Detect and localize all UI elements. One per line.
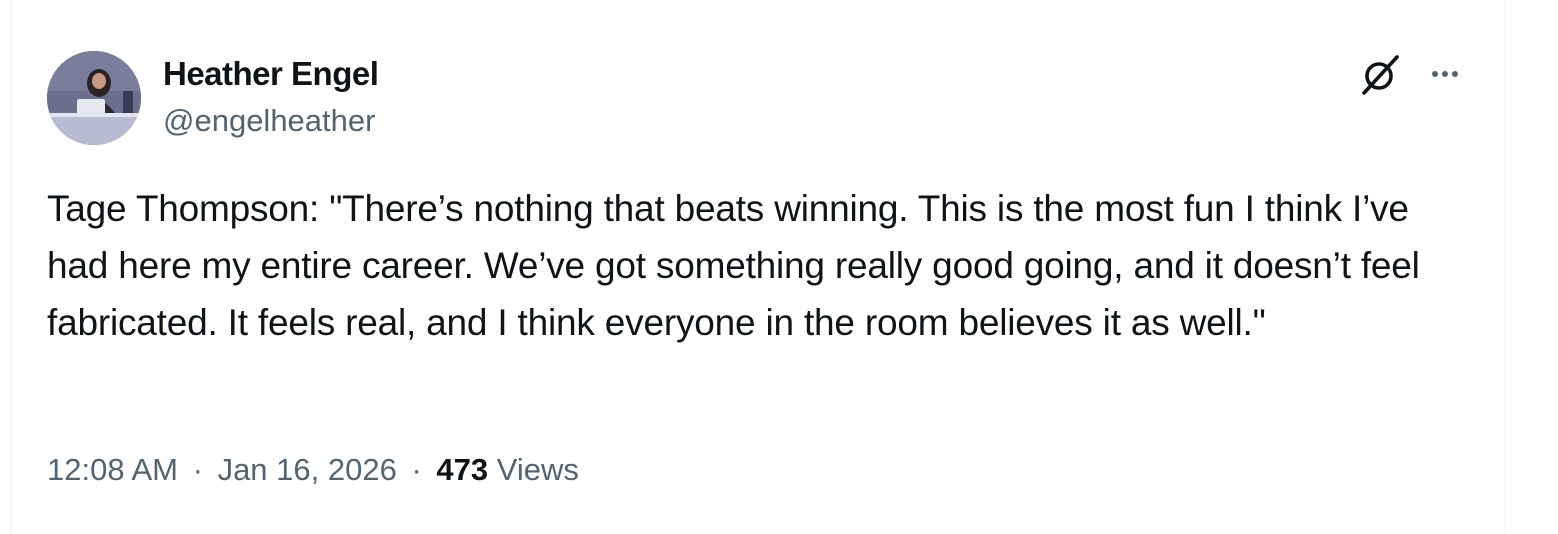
views-label[interactable]: Views	[497, 452, 579, 487]
meta-separator: ·	[192, 452, 203, 487]
meta-separator: ·	[411, 452, 422, 487]
grok-icon[interactable]	[1357, 52, 1403, 98]
tweet-date[interactable]: Jan 16, 2026	[218, 452, 397, 487]
avatar-image	[47, 51, 141, 145]
tweet-time[interactable]: 12:08 AM	[47, 452, 178, 487]
avatar[interactable]	[47, 51, 141, 145]
tweet-meta: 12:08 AM · Jan 16, 2026 · 473 Views	[47, 450, 579, 490]
author-handle[interactable]: @engelheather	[163, 102, 375, 140]
tweet-card: Heather Engel @engelheather Tage Thompso…	[10, 0, 1506, 534]
views-count[interactable]: 473	[436, 452, 488, 487]
tweet-text: Tage Thompson: "There’s nothing that bea…	[47, 188, 1430, 343]
author-display-name[interactable]: Heather Engel	[163, 54, 379, 94]
more-options-icon[interactable]	[1421, 56, 1469, 92]
